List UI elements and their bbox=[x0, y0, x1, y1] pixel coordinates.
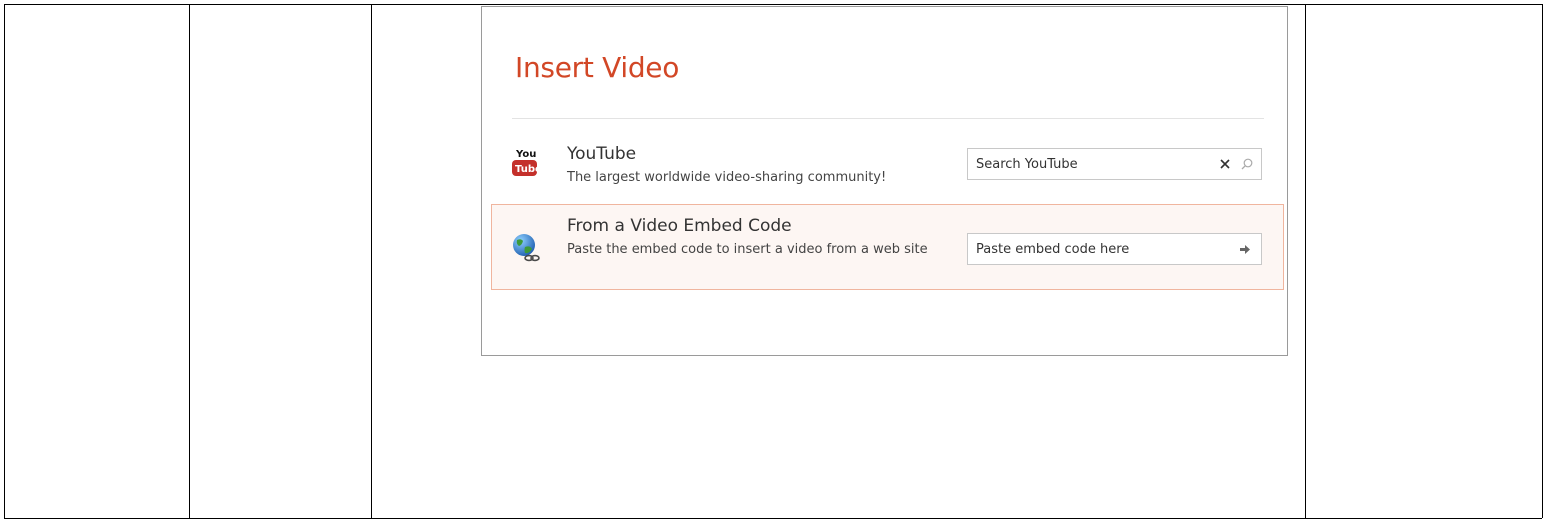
youtube-title: YouTube bbox=[567, 144, 637, 164]
embed-code-field[interactable] bbox=[967, 233, 1262, 265]
youtube-icon: You Tube bbox=[511, 146, 542, 182]
table-column-divider bbox=[189, 4, 190, 518]
globe-link-icon bbox=[510, 232, 542, 264]
search-icon[interactable] bbox=[1237, 149, 1257, 179]
embed-code-input[interactable] bbox=[968, 234, 1261, 264]
youtube-search-field[interactable] bbox=[967, 148, 1262, 180]
insert-video-dialog: Insert Video You Tube YouTube The larges… bbox=[481, 6, 1288, 356]
table-border-left bbox=[4, 4, 5, 518]
youtube-description: The largest worldwide video-sharing comm… bbox=[567, 170, 887, 185]
clear-icon[interactable] bbox=[1215, 149, 1235, 179]
title-separator bbox=[512, 118, 1264, 119]
arrow-right-icon[interactable] bbox=[1235, 234, 1255, 264]
embed-code-title: From a Video Embed Code bbox=[567, 216, 792, 236]
embed-code-description: Paste the embed code to insert a video f… bbox=[567, 242, 928, 257]
table-border-bottom bbox=[4, 518, 1542, 519]
table-column-divider bbox=[371, 4, 372, 518]
table-border-top bbox=[4, 4, 1542, 5]
svg-text:Tube: Tube bbox=[515, 164, 539, 175]
table-column-divider bbox=[1305, 4, 1306, 518]
dialog-title: Insert Video bbox=[515, 51, 680, 84]
youtube-source-row[interactable]: You Tube YouTube The largest worldwide v… bbox=[491, 132, 1284, 196]
embed-code-source-row[interactable]: From a Video Embed Code Paste the embed … bbox=[491, 204, 1284, 290]
svg-text:You: You bbox=[515, 149, 536, 160]
table-border-right bbox=[1542, 4, 1543, 518]
